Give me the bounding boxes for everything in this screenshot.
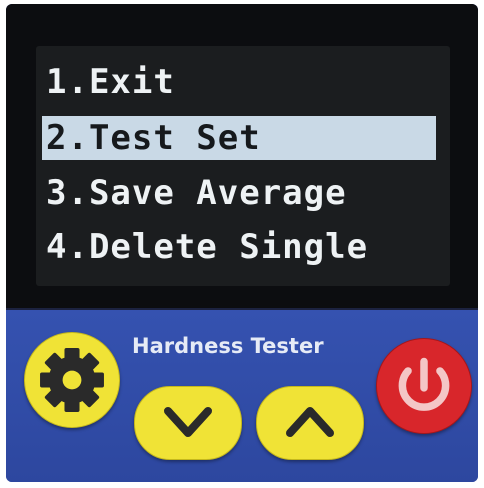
- chevron-up-icon: [257, 387, 363, 459]
- up-button[interactable]: [256, 386, 364, 460]
- chevron-down-icon: [135, 387, 241, 459]
- hardness-tester-device: 1.Exit 2.Test Set 3.Save Average 4.Delet…: [6, 4, 478, 482]
- menu-item-save-average[interactable]: 3.Save Average: [42, 171, 436, 215]
- gear-icon: [25, 333, 119, 427]
- power-button[interactable]: [376, 338, 472, 434]
- lcd-screen: 1.Exit 2.Test Set 3.Save Average 4.Delet…: [36, 46, 450, 286]
- power-icon: [377, 339, 471, 433]
- settings-button[interactable]: [24, 332, 120, 428]
- menu-item-exit[interactable]: 1.Exit: [42, 60, 436, 104]
- down-button[interactable]: [134, 386, 242, 460]
- brand-label: Hardness Tester: [132, 334, 324, 358]
- menu-item-test-set[interactable]: 2.Test Set: [42, 116, 436, 160]
- control-panel: Hardness Tester: [6, 310, 478, 482]
- screen-bezel: 1.Exit 2.Test Set 3.Save Average 4.Delet…: [6, 4, 478, 310]
- menu-item-delete-single[interactable]: 4.Delete Single: [42, 225, 436, 269]
